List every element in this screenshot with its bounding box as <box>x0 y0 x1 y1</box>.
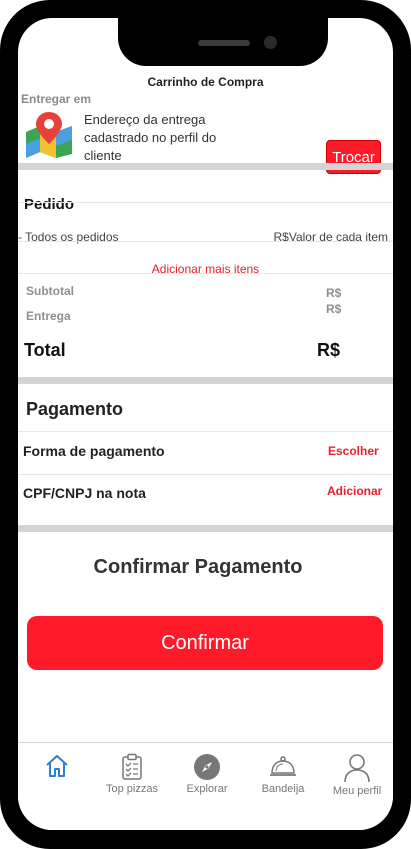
row-divider <box>18 241 393 242</box>
tab-home[interactable] <box>20 753 94 781</box>
tab-explore[interactable]: Explorar <box>170 753 244 795</box>
tab-tray-label: Bandeija <box>261 783 305 795</box>
bottom-tab-bar: Top pizzas Explorar Bandeija Meu perfil <box>18 742 393 830</box>
row-divider <box>18 202 393 203</box>
section-divider <box>18 525 393 532</box>
phone-frame: Carrinho de Compra Entregar em Endereço … <box>0 0 411 849</box>
payment-method-label: Forma de pagamento <box>23 443 165 459</box>
speaker-grille <box>198 40 250 46</box>
tab-profile-label: Meu perfil <box>332 785 382 797</box>
home-icon <box>46 755 68 777</box>
compass-icon <box>194 754 220 780</box>
map-pin-icon <box>26 112 72 158</box>
front-camera <box>264 36 277 49</box>
row-divider <box>18 474 393 475</box>
phone-notch <box>118 18 328 66</box>
page-title: Carrinho de Compra <box>147 75 264 89</box>
subtotal-label: Subtotal <box>26 284 74 298</box>
payment-section-title: Pagamento <box>26 399 124 419</box>
tab-profile[interactable]: Meu perfil <box>320 753 393 797</box>
tab-tray[interactable]: Bandeija <box>246 753 320 795</box>
clipboard-list-icon <box>122 753 142 780</box>
confirm-payment-title: Confirmar Pagamento <box>93 556 303 578</box>
cloche-icon <box>270 756 296 776</box>
user-icon <box>344 754 370 783</box>
delivery-fee-label: Entrega <box>26 309 71 323</box>
app-screen: Carrinho de Compra Entregar em Endereço … <box>18 18 393 830</box>
row-divider <box>18 431 393 432</box>
delivery-address: Endereço da entrega cadastrado no perfil… <box>84 112 217 163</box>
row-divider <box>18 273 393 274</box>
total-label: Total <box>24 340 66 360</box>
delivery-fee-value: R$ <box>326 302 342 316</box>
tab-top-pizzas-label: Top pizzas <box>106 783 158 795</box>
tax-id-label: CPF/CNPJ na nota <box>23 485 146 501</box>
subtotal-value: R$ <box>326 286 342 300</box>
tab-explore-label: Explorar <box>186 783 228 795</box>
tab-top-pizzas[interactable]: Top pizzas <box>95 753 169 795</box>
total-value: R$ <box>317 340 341 360</box>
order-section-title: Pedido <box>24 196 75 213</box>
section-divider <box>18 377 393 384</box>
add-tax-id-link[interactable]: Adicionar <box>327 484 382 498</box>
section-divider <box>18 163 393 170</box>
choose-payment-link[interactable]: Escolher <box>328 444 379 458</box>
confirm-button[interactable]: Confirmar <box>27 616 383 670</box>
deliver-to-label: Entregar em <box>21 92 92 106</box>
